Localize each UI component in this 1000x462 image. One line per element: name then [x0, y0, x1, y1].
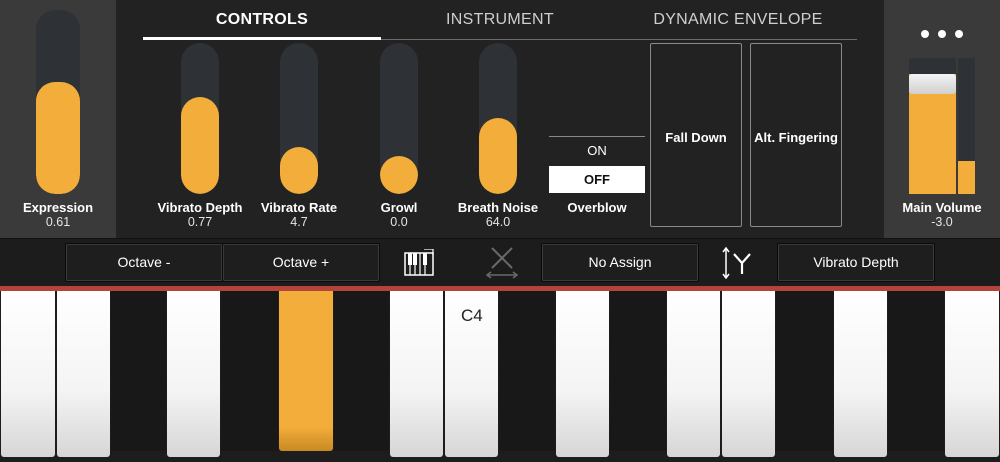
expression-value: 0.61 — [45, 215, 71, 229]
tab-instrument[interactable]: INSTRUMENT — [381, 0, 619, 40]
controls-panel: CONTROLS INSTRUMENT DYNAMIC ENVELOPE Exp… — [0, 0, 1000, 238]
keyboard-icon[interactable] — [404, 249, 434, 277]
black-key[interactable] — [776, 291, 833, 451]
white-key[interactable] — [57, 291, 110, 457]
main-volume-label: Main Volume — [902, 200, 982, 215]
more-options-icon[interactable] — [921, 30, 965, 38]
vibrato-rate-slider[interactable] — [280, 43, 318, 194]
x-assign-button[interactable]: No Assign — [541, 243, 699, 282]
tab-dynamic-envelope[interactable]: DYNAMIC ENVELOPE — [619, 0, 857, 40]
overblow-on-option[interactable]: ON — [549, 136, 645, 163]
piano-keyboard: C4 — [0, 291, 1000, 462]
black-key[interactable] — [221, 291, 278, 451]
breath-noise-value: 64.0 — [485, 215, 511, 229]
breath-noise-slider-fill — [479, 118, 517, 194]
alt-fingering-pad[interactable]: Alt. Fingering — [750, 43, 842, 227]
main-volume-value: -3.0 — [931, 215, 953, 229]
white-key[interactable] — [667, 291, 720, 457]
main-volume-handle[interactable] — [909, 74, 956, 94]
level-meter — [958, 58, 975, 194]
vibrato-rate-slider-fill — [280, 147, 318, 194]
white-key[interactable] — [390, 291, 443, 457]
octave-plus-button[interactable]: Octave + — [222, 243, 380, 282]
overblow-off-option[interactable]: OFF — [549, 166, 645, 193]
black-key[interactable] — [610, 291, 666, 451]
white-key[interactable] — [945, 291, 999, 457]
overblow-label: Overblow — [567, 200, 627, 215]
level-meter-fill — [958, 161, 975, 194]
black-key[interactable] — [888, 291, 944, 451]
black-key[interactable] — [499, 291, 555, 451]
expression-label: Expression — [22, 200, 94, 215]
main-volume-slider[interactable] — [909, 58, 956, 194]
tab-controls[interactable]: CONTROLS — [143, 0, 381, 40]
growl-slider-fill — [380, 156, 418, 194]
black-key-active[interactable] — [279, 291, 333, 451]
black-key[interactable] — [111, 291, 166, 451]
white-key[interactable] — [834, 291, 887, 457]
vibrato-depth-slider[interactable] — [181, 43, 219, 194]
black-key[interactable] — [334, 291, 389, 451]
growl-slider[interactable] — [380, 43, 418, 194]
y-axis-icon[interactable] — [720, 245, 754, 281]
white-key[interactable] — [167, 291, 220, 457]
c4-key-label: C4 — [461, 306, 483, 325]
fall-down-pad[interactable]: Fall Down — [650, 43, 742, 227]
white-key[interactable] — [1, 291, 55, 457]
white-key[interactable] — [722, 291, 775, 457]
vibrato-depth-slider-fill — [181, 97, 219, 194]
expression-slider-fill — [36, 82, 80, 194]
y-assign-button[interactable]: Vibrato Depth — [777, 243, 935, 282]
white-key[interactable] — [556, 291, 609, 457]
octave-minus-button[interactable]: Octave - — [65, 243, 223, 282]
expression-slider[interactable] — [36, 10, 80, 194]
breath-noise-slider[interactable] — [479, 43, 517, 194]
x-axis-disabled-icon[interactable] — [484, 246, 520, 280]
tab-bar: CONTROLS INSTRUMENT DYNAMIC ENVELOPE — [143, 0, 857, 40]
